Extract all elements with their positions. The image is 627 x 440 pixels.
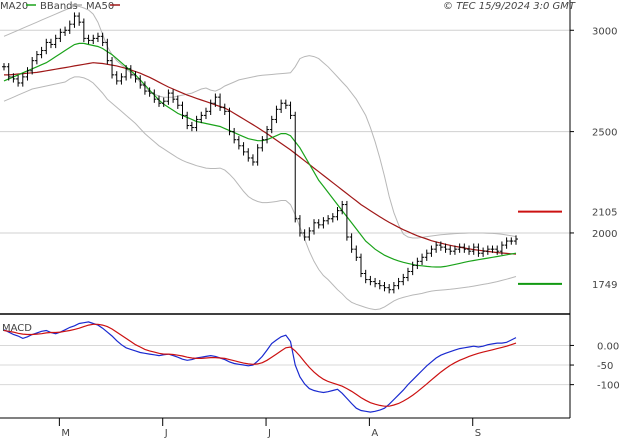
legend-bbands-label: BBands — [40, 1, 78, 12]
chart-background — [0, 0, 627, 440]
legend-ma20-label: MA20 — [0, 1, 28, 12]
time-tick-label: J — [164, 428, 168, 439]
stock-chart: 21051749 200025003000 0.00-50-100 MJJAS … — [0, 0, 627, 440]
macd-tick-label: -100 — [597, 381, 620, 392]
macd-tick-label: -50 — [597, 361, 613, 372]
copyright-text: © TEC 15/9/2024 3:0 GMT — [443, 1, 576, 12]
level-label: 2105 — [592, 208, 617, 219]
price-tick-label: 2000 — [592, 229, 617, 240]
time-tick-label: M — [61, 428, 70, 439]
time-tick-label: A — [371, 428, 378, 439]
legend-ma50-label: MA50 — [86, 1, 114, 12]
time-tick-label: S — [475, 428, 481, 439]
legend: MA20 BBands MA50 — [0, 1, 120, 12]
level-label: 1749 — [592, 280, 617, 291]
price-tick-label: 2500 — [592, 128, 617, 139]
price-tick-label: 3000 — [592, 26, 617, 37]
time-tick-label: J — [267, 428, 271, 439]
macd-title: MACD — [2, 323, 32, 334]
macd-tick-label: 0.00 — [597, 341, 619, 352]
